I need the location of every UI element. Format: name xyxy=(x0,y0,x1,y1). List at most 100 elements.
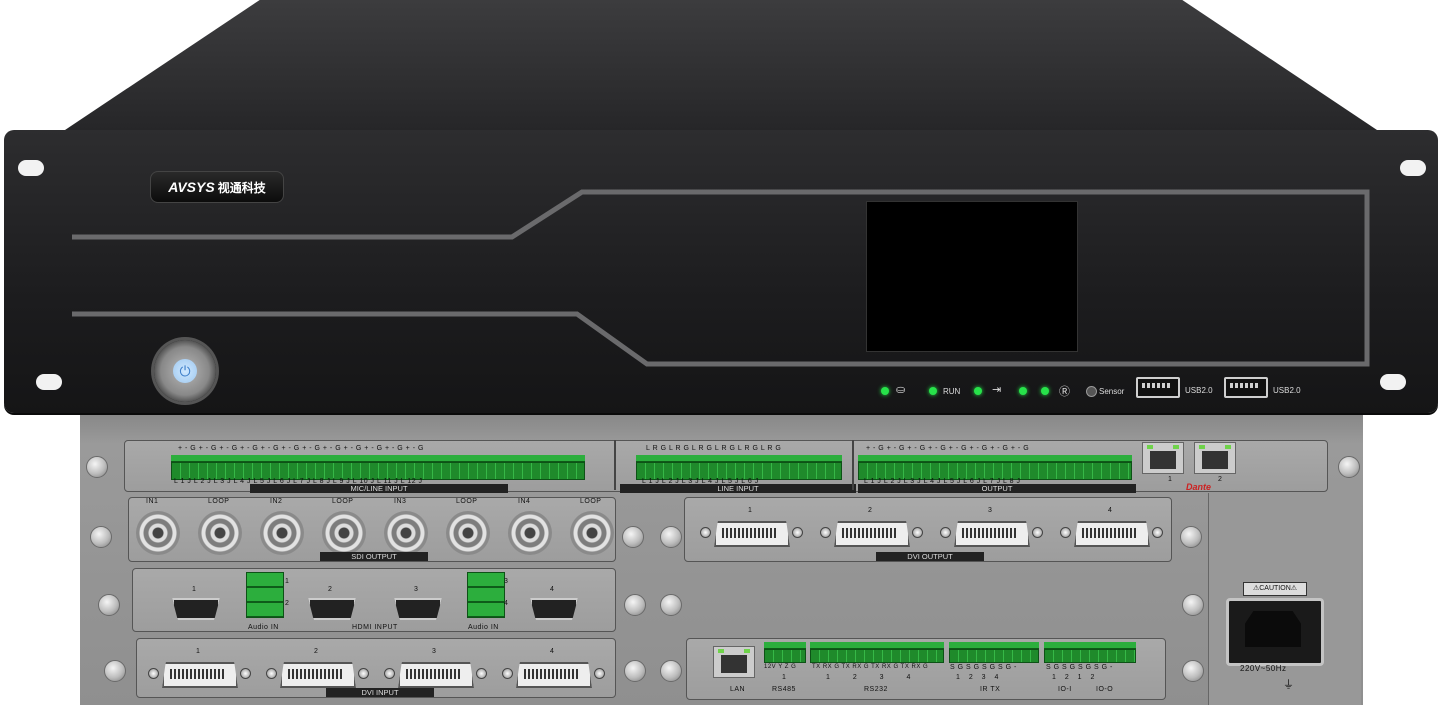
sdi-bnc-connector[interactable] xyxy=(446,511,490,555)
dvi-jack-screw xyxy=(820,527,831,538)
power-icon: ⏻ xyxy=(173,359,197,383)
audio-in-terminal-1[interactable] xyxy=(246,572,284,618)
thumb-screw[interactable] xyxy=(622,526,644,548)
ir-tx-terminal[interactable] xyxy=(949,642,1039,663)
sdi-bnc-connector[interactable] xyxy=(570,511,614,555)
hdmi-port[interactable] xyxy=(394,598,442,620)
dante-port-2[interactable] xyxy=(1194,442,1236,474)
dvi-jack-screw xyxy=(240,668,251,679)
hdmi-port[interactable] xyxy=(308,598,356,620)
usb-port-2[interactable] xyxy=(1224,377,1268,398)
sdi-port-label: LOOP xyxy=(332,498,354,505)
dvi-port[interactable] xyxy=(714,521,790,547)
thumb-screw[interactable] xyxy=(98,594,120,616)
io-pins: S G S G S G S G - xyxy=(1046,664,1113,671)
warning-icon: ⚠ xyxy=(1290,585,1298,592)
thumb-screw[interactable] xyxy=(660,660,682,682)
rack-ear-hole xyxy=(1400,160,1426,176)
sdi-bnc-connector[interactable] xyxy=(136,511,180,555)
dvi-jack-screw xyxy=(940,527,951,538)
usb-label-1: USB2.0 xyxy=(1185,386,1213,395)
io-out-label: IO-O xyxy=(1096,686,1114,693)
dante-port-num-1: 1 xyxy=(1168,476,1173,483)
dvi-port-number: 3 xyxy=(988,507,993,514)
sdi-bnc-connector[interactable] xyxy=(322,511,366,555)
output-label: OUTPUT xyxy=(858,484,1136,493)
caution-label: ⚠CAUTION⚠ xyxy=(1243,582,1307,596)
mic-line-terminal-block[interactable] xyxy=(171,455,585,480)
rack-ear-hole xyxy=(18,160,44,176)
rs232-pins: TX RX G TX RX G TX RX G TX RX G xyxy=(812,664,929,670)
usb-port-1[interactable] xyxy=(1136,377,1180,398)
thumb-screw[interactable] xyxy=(624,660,646,682)
dvi-output-connector-row: 1 2 3 4 xyxy=(684,497,1170,557)
sdi-port-label: LOOP xyxy=(208,498,230,505)
lcd-screen xyxy=(866,201,1078,352)
dvi-port[interactable] xyxy=(398,662,474,688)
dvi-port[interactable] xyxy=(280,662,356,688)
hdmi-input-label: HDMI INPUT xyxy=(352,624,398,631)
hdmi-port[interactable] xyxy=(530,598,578,620)
power-button[interactable]: ⏻ xyxy=(154,340,216,402)
thumb-screw[interactable] xyxy=(660,594,682,616)
rs232-terminal[interactable] xyxy=(810,642,944,663)
dvi-port-number: 3 xyxy=(432,648,437,655)
dvi-jack-screw xyxy=(1032,527,1043,538)
sdi-bnc-connector[interactable] xyxy=(508,511,552,555)
power-inlet[interactable] xyxy=(1226,598,1324,666)
sdi-port-label: LOOP xyxy=(580,498,602,505)
hdmi-port[interactable] xyxy=(172,598,220,620)
dvi-port[interactable] xyxy=(834,521,910,547)
hdmi-port-number: 4 xyxy=(550,586,555,593)
dvi-port[interactable] xyxy=(1074,521,1150,547)
usb-label-2: USB2.0 xyxy=(1273,386,1301,395)
sdi-bnc-connector[interactable] xyxy=(260,511,304,555)
sdi-bnc-connector[interactable] xyxy=(198,511,242,555)
dvi-jack-screw xyxy=(384,668,395,679)
dvi-port[interactable] xyxy=(954,521,1030,547)
thumb-screw[interactable] xyxy=(86,456,108,478)
lan-port[interactable] xyxy=(713,646,755,678)
output-terminal-block[interactable] xyxy=(858,455,1132,480)
dvi-input-label: DVI INPUT xyxy=(326,688,434,697)
dvi-jack-screw xyxy=(148,668,159,679)
dvi-port[interactable] xyxy=(162,662,238,688)
run-led xyxy=(929,387,937,395)
ground-icon: ⏚ xyxy=(1283,679,1294,691)
input-led xyxy=(974,387,982,395)
line-input-label: LINE INPUT xyxy=(620,484,856,493)
dvi-jack-screw xyxy=(594,668,605,679)
sdi-bnc-connector[interactable] xyxy=(384,511,428,555)
caution-text: CAUTION xyxy=(1259,585,1291,592)
network-led xyxy=(881,387,889,395)
sdi-port-label: IN2 xyxy=(270,498,283,505)
thumb-screw[interactable] xyxy=(1180,526,1202,548)
card-divider xyxy=(614,440,616,490)
mic-line-input-label: MIC/LINE INPUT xyxy=(250,484,508,493)
rs485-num: 1 xyxy=(782,674,787,681)
dante-port-1[interactable] xyxy=(1142,442,1184,474)
dvi-jack-screw xyxy=(502,668,513,679)
audio-in-num: 2 xyxy=(285,600,290,607)
sdi-port-label: IN4 xyxy=(518,498,531,505)
ir-pins: S G S G S G S G - xyxy=(950,664,1017,671)
power-rating: 220V~50Hz xyxy=(1240,664,1287,673)
thumb-screw[interactable] xyxy=(660,526,682,548)
thumb-screw[interactable] xyxy=(1338,456,1360,478)
sensor-window xyxy=(1086,386,1097,397)
thumb-screw[interactable] xyxy=(1182,660,1204,682)
thumb-screw[interactable] xyxy=(624,594,646,616)
rs485-terminal[interactable] xyxy=(764,642,806,663)
thumb-screw[interactable] xyxy=(90,526,112,548)
rs232-label: RS232 xyxy=(864,686,888,693)
audio-in-num: 4 xyxy=(504,600,509,607)
line-input-terminal-block[interactable] xyxy=(636,455,842,480)
ir-nums: 1 2 3 4 xyxy=(956,674,999,681)
audio-in-terminal-2[interactable] xyxy=(467,572,505,618)
dvi-input-connector-row: 1 2 3 4 xyxy=(136,638,614,690)
thumb-screw[interactable] xyxy=(104,660,126,682)
thumb-screw[interactable] xyxy=(1182,594,1204,616)
dvi-jack-screw xyxy=(476,668,487,679)
dvi-port[interactable] xyxy=(516,662,592,688)
io-terminal[interactable] xyxy=(1044,642,1136,663)
